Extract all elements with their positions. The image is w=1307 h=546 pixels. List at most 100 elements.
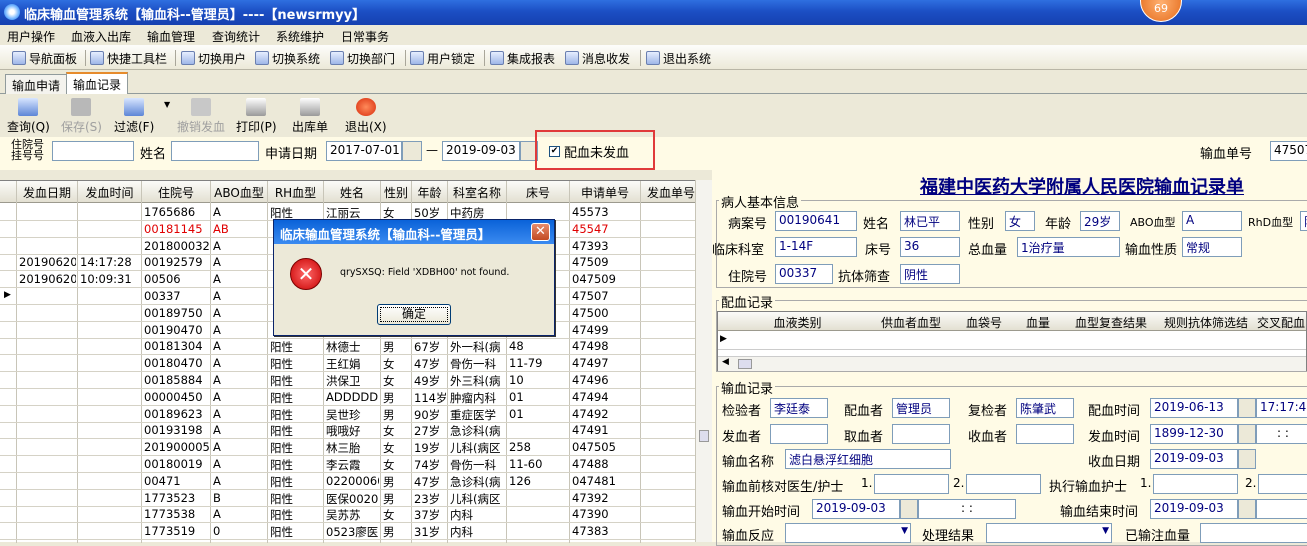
grid-col-header[interactable]: 发血日期	[17, 184, 77, 201]
fy-select[interactable]: ▼	[785, 523, 911, 543]
save-button[interactable]: 保存(S)	[61, 98, 102, 135]
exit-system-button[interactable]: 退出系统	[646, 49, 711, 67]
quick-toolbar-button[interactable]: 快捷工具栏	[90, 49, 167, 67]
total-field[interactable]: 1治疗量	[1017, 237, 1120, 257]
print-button[interactable]: 打印(P)	[236, 98, 277, 135]
zyh-form-field[interactable]: 00337	[775, 264, 833, 284]
query-button[interactable]: 查询(Q)	[7, 98, 50, 135]
fxsj-dropdown[interactable]	[1238, 424, 1256, 444]
table-row[interactable]: 00180470 A 阳性 王红娟 女 47岁 骨伤一科 11-79 47497	[0, 355, 712, 373]
hscroll-thumb[interactable]	[738, 359, 752, 369]
jssj-date-field[interactable]: 2019-09-03	[1150, 499, 1238, 519]
sxmc-field[interactable]: 滤白悬浮红细胞	[785, 449, 951, 469]
date-from-dropdown[interactable]	[402, 141, 422, 161]
sxz-field[interactable]	[1016, 424, 1074, 444]
date-to-input[interactable]: 2019-09-03	[442, 141, 520, 161]
exit-button[interactable]: 退出(X)	[345, 98, 387, 135]
grid-col-header[interactable]: 科室名称	[448, 184, 506, 201]
pxsj-time-field[interactable]: 17:17:4	[1256, 398, 1307, 418]
table-row[interactable]: 1773523 B 阳性 医保0020 男 23岁 儿科(病区 47392	[0, 490, 712, 507]
fxsj-date-field[interactable]: 1899-12-30	[1150, 424, 1238, 444]
nature-field[interactable]: 常规	[1182, 237, 1242, 257]
cljg-select[interactable]: ▼	[986, 523, 1112, 543]
table-row[interactable]: 1773519 0 阳性 0523廖医男 31岁 内科 47383	[0, 523, 712, 541]
sqd-input[interactable]: 47507	[1270, 141, 1307, 161]
fjz-field[interactable]: 陈肇武	[1016, 398, 1074, 418]
kssj-time-field[interactable]: : :	[918, 499, 1016, 519]
grid-col-header[interactable]: 性别	[381, 184, 411, 201]
name-input[interactable]	[171, 141, 259, 161]
kssj-date-field[interactable]: 2019-09-03	[812, 499, 900, 519]
grid-col-header[interactable]: ABO血型	[211, 184, 267, 201]
table-row[interactable]: 1773538 A 阳性 吴苏苏 女 37岁 内科 47390	[0, 506, 712, 524]
close-icon[interactable]: ✕	[531, 223, 550, 241]
switch-user-button[interactable]: 切换用户	[181, 49, 246, 67]
jssj-dropdown[interactable]	[1238, 499, 1256, 519]
kssj-dropdown[interactable]	[900, 499, 918, 519]
grid-col-header[interactable]: 年龄	[412, 184, 447, 201]
hd-field1[interactable]	[874, 474, 949, 494]
table-row[interactable]: 00189623 A 阳性 吴世珍 男 90岁 重症医学 01 47492	[0, 406, 712, 423]
revoke-issue-button[interactable]: 撤销发血	[177, 98, 225, 135]
tab-transfusion-record[interactable]: 输血记录	[66, 72, 129, 94]
menu-query-stats[interactable]: 查询统计	[212, 28, 260, 45]
table-row[interactable]: 00471 A 阳性 02200060 男 47岁 急诊科(病 126 047481	[0, 473, 712, 490]
grid-col-header[interactable]: 发血单号	[641, 184, 701, 201]
table-row[interactable]: 00185884 A 阳性 洪保卫 女 49岁 外三科(病 10 47496	[0, 372, 712, 389]
hd-field2[interactable]	[966, 474, 1041, 494]
ok-button[interactable]: 确定	[377, 304, 451, 325]
grid-col-header[interactable]: 住院号	[142, 184, 210, 201]
zx-field1[interactable]	[1153, 474, 1238, 494]
grid-scrollbar[interactable]	[695, 180, 712, 542]
table-row[interactable]: 201900005 A 阳性 林三胎 女 19岁 儿科(病区 258 047505	[0, 439, 712, 457]
match-grid[interactable]: 血液类别 供血者血型 血袋号 血量 血型复查结果 规则抗体筛选结 交叉配血 ▶ …	[717, 311, 1307, 371]
age-field[interactable]: 29岁	[1080, 211, 1120, 231]
dropdown-arrow-icon[interactable]: ▼	[164, 100, 170, 109]
zyh-input[interactable]	[52, 141, 134, 161]
table-row[interactable]: 00180019 A 阳性 李云霞 女 74岁 骨伤一科 11-60 47488	[0, 456, 712, 473]
sxrq-dropdown[interactable]	[1238, 449, 1256, 469]
fxsj-time-field[interactable]: : :	[1256, 424, 1307, 444]
sex-field[interactable]: 女	[1005, 211, 1035, 231]
menu-blood-inout[interactable]: 血液入出库	[71, 28, 131, 45]
menu-daily[interactable]: 日常事务	[341, 28, 389, 45]
bah-field[interactable]: 00190641	[775, 211, 857, 231]
outbound-button[interactable]: 出库单	[292, 98, 328, 135]
pxsj-date-field[interactable]: 2019-06-13	[1150, 398, 1238, 418]
user-lock-button[interactable]: 用户锁定	[410, 49, 475, 67]
zx-field2[interactable]	[1258, 474, 1307, 494]
screen-field[interactable]: 阴性	[900, 264, 960, 284]
match-hscrollbar[interactable]: ◀	[718, 356, 1306, 371]
qxz-field[interactable]	[892, 424, 950, 444]
pxz-field[interactable]: 管理员	[892, 398, 950, 418]
jyz-field[interactable]: 李廷泰	[770, 398, 828, 418]
filter-button[interactable]: 过滤(F) ▼	[114, 98, 170, 135]
jssj-time-field[interactable]	[1256, 499, 1307, 519]
yzx-field[interactable]	[1200, 523, 1307, 543]
match-grid-row[interactable]: ▶	[718, 332, 1306, 350]
rhd-field[interactable]: 阳	[1300, 211, 1307, 231]
menu-user-ops[interactable]: 用户操作	[7, 28, 55, 45]
sxrq-field[interactable]: 2019-09-03	[1150, 449, 1238, 469]
nav-panel-button[interactable]: 导航面板	[12, 49, 77, 67]
pxsj-dropdown[interactable]	[1238, 398, 1256, 418]
grid-col-header[interactable]: 发血时间	[78, 184, 141, 201]
message-button[interactable]: 消息收发	[565, 49, 630, 67]
switch-dept-button[interactable]: 切换部门	[330, 49, 395, 67]
menu-system[interactable]: 系统维护	[276, 28, 324, 45]
grid-col-header[interactable]: 姓名	[324, 184, 380, 201]
grid-col-header[interactable]: 申请单号	[570, 184, 640, 201]
scroll-left-icon[interactable]: ◀	[722, 357, 729, 367]
dept-field[interactable]: 1-14F	[775, 237, 857, 257]
tab-transfusion-request[interactable]: 输血申请	[5, 74, 68, 94]
date-from-input[interactable]: 2017-07-01	[326, 141, 402, 161]
menu-transfusion[interactable]: 输血管理	[147, 28, 195, 45]
report-button[interactable]: 集成报表	[490, 49, 555, 67]
fxz-field[interactable]	[770, 424, 828, 444]
grid-col-header[interactable]: RH血型	[268, 184, 323, 201]
scroll-thumb[interactable]	[699, 430, 709, 442]
table-row[interactable]: 00193198 A 阳性 哦哦好 女 27岁 急诊科(病 47491	[0, 422, 712, 440]
table-row[interactable]: 00000450 A 阳性 ADDDDDDD 男 114岁肿瘤内科 01 47494	[0, 389, 712, 406]
table-row[interactable]: 00181304 A 阳性 林德士 男 67岁 外一科(病 48 47498	[0, 338, 712, 356]
switch-system-button[interactable]: 切换系统	[255, 49, 320, 67]
